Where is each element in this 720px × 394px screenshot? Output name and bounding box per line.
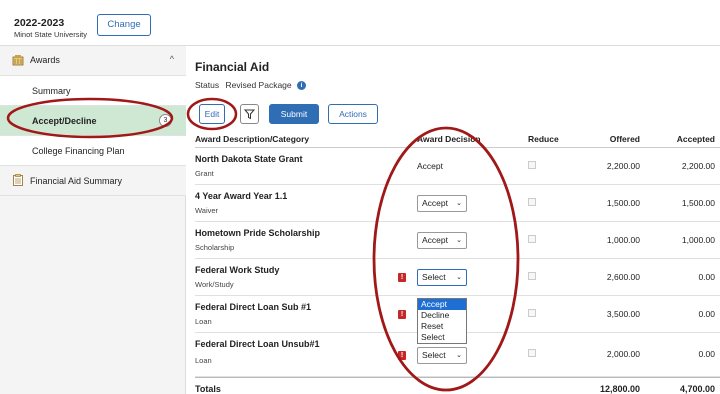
chevron-down-icon: ⌄ (456, 352, 462, 359)
filter-button[interactable] (240, 104, 259, 124)
filter-icon (243, 109, 256, 120)
award-name: Hometown Pride Scholarship (195, 228, 321, 238)
term-year: 2022-2023 (14, 17, 65, 29)
award-decision-select[interactable]: Select ⌄ (417, 269, 467, 286)
sidebar: Awards ^ Summary Accept/Decline 3 Colleg… (0, 46, 186, 394)
chevron-down-icon: ⌄ (456, 237, 462, 244)
header-description: Award Description/Category (195, 134, 310, 144)
actions-button[interactable]: Actions (328, 104, 378, 124)
award-decision-select[interactable]: Accept ⌄ (417, 232, 467, 249)
reduce-checkbox[interactable] (528, 161, 536, 169)
page-title: Financial Aid (195, 60, 270, 74)
award-category: Waiver (195, 206, 219, 215)
select-value: Select (422, 350, 446, 360)
status-value: Revised Package (225, 80, 292, 90)
award-category: Scholarship (195, 243, 235, 252)
sidebar-item-awards[interactable]: Awards ^ (0, 46, 186, 76)
header-decision: Award Decision (417, 134, 481, 144)
reduce-checkbox[interactable] (528, 349, 536, 357)
status-label: Status (195, 80, 220, 90)
table-row: Federal Work Study Work/Study ! Select ⌄… (195, 259, 720, 296)
reduce-checkbox[interactable] (528, 198, 536, 206)
award-category: Grant (195, 169, 214, 178)
sidebar-item-label: Summary (32, 86, 71, 96)
award-name: Federal Direct Loan Unsub#1 (195, 339, 320, 349)
change-button[interactable]: Change (97, 14, 151, 36)
offered-amount: 3,500.00 (606, 309, 640, 319)
dropdown-option-select[interactable]: Select (418, 332, 466, 343)
offered-amount: 2,200.00 (606, 161, 640, 171)
header-accepted: Accepted (676, 134, 715, 144)
clipboard-icon (13, 174, 23, 186)
top-bar: 2022-2023 Minot State University Change (0, 0, 720, 46)
dropdown-option-accept[interactable]: Accept (418, 299, 466, 310)
award-name: Federal Work Study (195, 265, 280, 275)
offered-amount: 2,600.00 (606, 272, 640, 282)
accepted-amount: 0.00 (698, 272, 715, 282)
accepted-amount: 0.00 (698, 349, 715, 359)
accepted-amount: 2,200.00 (681, 161, 715, 171)
status-line: Status Revised Package i (195, 80, 307, 90)
sidebar-item-financial-aid-summary[interactable]: Financial Aid Summary (0, 166, 186, 196)
warning-icon: ! (398, 310, 406, 319)
award-category: Work/Study (195, 280, 234, 289)
sidebar-item-label: Accept/Decline (32, 116, 97, 126)
edit-button[interactable]: Edit (199, 104, 225, 124)
award-name: 4 Year Award Year 1.1 (195, 191, 288, 201)
term-school: Minot State University (14, 30, 87, 39)
table-row: 4 Year Award Year 1.1 Waiver Accept ⌄ 1,… (195, 185, 720, 222)
chevron-down-icon: ⌄ (456, 274, 462, 281)
award-name: Federal Direct Loan Sub #1 (195, 302, 312, 312)
chevron-up-icon[interactable]: ^ (170, 54, 174, 64)
award-category: Loan (195, 356, 212, 365)
table-row: North Dakota State Grant Grant Accept 2,… (195, 148, 720, 185)
accepted-amount: 0.00 (698, 309, 715, 319)
offered-amount: 2,000.00 (606, 349, 640, 359)
chevron-down-icon: ⌄ (456, 200, 462, 207)
award-name: North Dakota State Grant (195, 154, 303, 164)
totals-row: Totals 12,800.00 4,700.00 (195, 377, 720, 394)
header-offered: Offered (609, 134, 640, 144)
reduce-checkbox[interactable] (528, 309, 536, 317)
warning-icon: ! (398, 351, 406, 360)
sidebar-item-college-financing-plan[interactable]: College Financing Plan (0, 136, 186, 166)
accepted-amount: 1,000.00 (681, 235, 715, 245)
award-decision-select[interactable]: Select ⌄ (417, 347, 467, 364)
totals-label: Totals (195, 384, 221, 394)
accepted-amount: 1,500.00 (681, 198, 715, 208)
select-value: Accept (422, 235, 448, 245)
totals-offered: 12,800.00 (599, 384, 640, 394)
select-value: Select (422, 272, 446, 282)
offered-amount: 1,000.00 (606, 235, 640, 245)
award-category: Loan (195, 317, 212, 326)
award-decision-select[interactable]: Accept ⌄ (417, 195, 467, 212)
sidebar-awards-label: Awards (30, 55, 60, 65)
sidebar-item-summary[interactable]: Summary (0, 76, 186, 106)
award-icon (12, 55, 24, 66)
dropdown-option-decline[interactable]: Decline (418, 310, 466, 321)
totals-accepted: 4,700.00 (679, 384, 715, 394)
term-info: 2022-2023 Minot State University (14, 17, 87, 39)
sidebar-item-label: Financial Aid Summary (30, 176, 123, 186)
sidebar-item-accept-decline[interactable]: Accept/Decline 3 (0, 106, 186, 136)
select-value: Accept (422, 198, 448, 208)
info-icon[interactable]: i (297, 81, 307, 90)
reduce-checkbox[interactable] (528, 235, 536, 243)
warning-icon: ! (398, 273, 406, 282)
table-header: Award Description/Category Award Decisio… (195, 130, 720, 148)
award-decision-dropdown: Accept Decline Reset Select (417, 298, 467, 344)
sidebar-item-label: College Financing Plan (32, 146, 125, 156)
submit-button[interactable]: Submit (269, 104, 319, 124)
table-row: Hometown Pride Scholarship Scholarship A… (195, 222, 720, 259)
header-reduce: Reduce (528, 134, 559, 144)
dropdown-option-reset[interactable]: Reset (418, 321, 466, 332)
offered-amount: 1,500.00 (606, 198, 640, 208)
award-decision-text: Accept (417, 161, 443, 171)
reduce-checkbox[interactable] (528, 272, 536, 280)
count-badge: 3 (159, 114, 172, 127)
